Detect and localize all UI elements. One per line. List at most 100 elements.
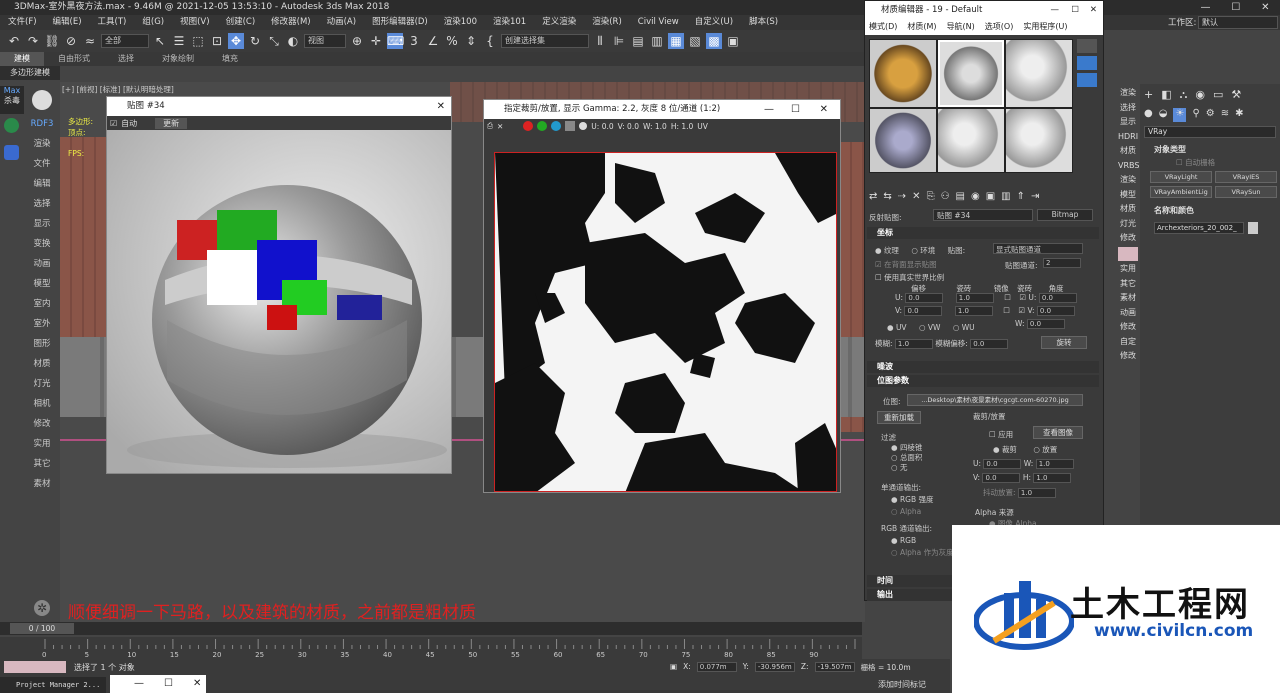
right-plugin-item[interactable]: 渲染 [1118,86,1138,101]
right-plugin-item[interactable]: VRBS [1118,159,1139,174]
keyboard-shortcut-icon[interactable]: ⌨ [387,33,404,49]
right-plugin-item[interactable]: 修改 [1118,231,1138,246]
right-plugin-item[interactable]: 动画 [1118,306,1138,321]
blue-channel-icon[interactable] [551,121,562,131]
v-angle[interactable]: 0.0 [1036,306,1075,316]
env-radio[interactable]: ○ [911,246,920,255]
crop-w[interactable]: 1.0 [1035,459,1074,469]
rotate-icon[interactable]: ↻ [247,33,263,49]
left-plugin-item[interactable]: 室内 [24,294,60,314]
crop-w[interactable]: W: 1.0 [643,122,667,131]
right-plugin-item[interactable]: 材质 [1118,202,1138,217]
left-plugin-item[interactable]: 图形 [24,334,60,354]
link-icon[interactable]: ⛓ [44,33,60,49]
menu-item[interactable]: 动画(A) [319,15,364,30]
left-plugin-item[interactable]: 选择 [24,194,60,214]
menu-item[interactable]: 渲染100 [436,15,485,30]
object-type-button[interactable]: VRayLight [1150,171,1212,183]
security-icon[interactable] [4,145,19,160]
placement-icon[interactable]: ◐ [285,33,301,49]
redo-icon[interactable]: ↷ [25,33,41,49]
map-type-button[interactable]: Bitmap [1037,209,1093,221]
uv-radio[interactable]: ● UV [887,323,907,332]
pivot-icon[interactable]: ⊕ [349,33,365,49]
library-icon[interactable]: ▤ [956,191,965,205]
systems-icon[interactable]: ✱ [1235,108,1243,122]
mono-icon[interactable] [565,121,576,131]
mat-titlebar[interactable]: 材质编辑器 - 19 - Default — ☐ ✕ [865,1,1103,19]
right-plugin-item[interactable]: 选择 [1118,101,1138,116]
time-slider-thumb[interactable]: 0 / 100 [10,623,74,634]
rotate-button[interactable]: 旋转 [1041,336,1087,349]
crop-h[interactable]: H: 1.0 [671,122,693,131]
modify-tab-icon[interactable]: ◧ [1161,88,1171,102]
get-material-icon[interactable]: ⇄ [869,191,877,205]
left-plugin-item[interactable]: 编辑 [24,174,60,194]
menu-item[interactable]: 修改器(M) [263,15,318,30]
menu-item[interactable]: 渲染101 [485,15,534,30]
object-type-title[interactable]: 对象类型 [1140,144,1280,155]
floating-mini-window[interactable]: — ☐ ✕ [110,675,206,693]
minimize-icon[interactable]: — [1200,0,1210,15]
menu-item[interactable]: 编辑(E) [45,15,90,30]
reset-icon[interactable]: ✕ [912,191,920,205]
undo-icon[interactable]: ↶ [6,33,22,49]
mat-menu-item[interactable]: 实用程序(U) [1023,19,1067,35]
crop-u[interactable]: 0.0 [983,459,1022,469]
u-mirror[interactable]: ☐ [1004,293,1011,302]
crop-v[interactable]: V: 0.0 [618,122,639,131]
sample-slot[interactable] [870,109,936,172]
unlink-icon[interactable]: ⊘ [63,33,79,49]
w-angle[interactable]: 0.0 [1026,319,1065,329]
jitter-value[interactable]: 1.0 [1017,488,1056,498]
mapping-dropdown[interactable]: 显式贴图通道 [993,243,1083,254]
green-channel-icon[interactable] [537,121,548,131]
right-plugin-item[interactable]: 修改 [1118,320,1138,335]
filter-none-radio[interactable]: ○ 无 [891,463,922,473]
u-tiling[interactable]: 1.0 [955,293,994,303]
assign-icon[interactable]: ⇢ [898,191,906,205]
crop-v[interactable]: 0.0 [982,473,1021,483]
close-icon[interactable]: ✕ [820,100,828,119]
maximize-icon[interactable]: ☐ [1231,0,1240,15]
right-plugin-item[interactable]: 显示 [1118,115,1138,130]
edit-named-sets-icon[interactable]: { [482,33,498,49]
maxscript-field[interactable] [4,661,66,673]
lights-icon[interactable]: ☀ [1173,108,1187,122]
rect-select-icon[interactable]: ⬚ [190,33,206,49]
right-plugin-item[interactable]: 材质 [1118,144,1138,159]
map-channel-value[interactable]: 2 [1043,258,1081,268]
ribbon-tab[interactable]: 填充 [208,52,252,66]
u-angle[interactable]: 0.0 [1038,293,1077,303]
spacewarps-icon[interactable]: ≋ [1221,108,1229,122]
sample-slot-active[interactable] [938,40,1004,107]
filter-pyramid-radio[interactable]: ● 四棱锥 [891,443,922,453]
auto-checkbox[interactable]: ☑ [110,119,117,128]
sibling-icon[interactable]: ⇥ [1031,191,1039,205]
object-type-button[interactable]: VRayAmbientLig [1150,186,1212,198]
z-coord[interactable]: -19.507m [814,662,855,672]
u-tile[interactable]: ☑ [1019,293,1026,302]
percent-snap-icon[interactable]: % [444,33,460,49]
unique-icon[interactable]: ⚇ [941,191,950,205]
select-by-name-icon[interactable]: ☰ [171,33,187,49]
left-plugin-item[interactable]: 其它 [24,454,60,474]
scale-icon[interactable]: ⤡ [266,33,282,49]
mono-alpha-radio[interactable]: ○ Alpha [891,506,934,518]
ribbon-tab[interactable]: 自由形式 [44,52,104,66]
selection-set-dropdown[interactable]: 创建选择集 [501,34,589,48]
rgb-rgb-radio[interactable]: ● RGB [891,535,954,547]
u-offset[interactable]: 0.0 [905,293,944,303]
sample-slot[interactable] [1006,40,1072,107]
backlight-icon[interactable] [1077,56,1097,70]
left-plugin-item[interactable]: 实用 [24,434,60,454]
background-icon[interactable] [1077,73,1097,87]
right-plugin-item[interactable]: 模型 [1118,188,1138,203]
menu-item[interactable]: Civil View [630,15,687,30]
menu-item[interactable]: 定义渲染 [534,15,584,30]
menu-item[interactable]: 组(G) [134,15,172,30]
left-plugin-item[interactable]: 灯光 [24,374,60,394]
rgb-alpha-radio[interactable]: ○ Alpha 作为灰度 [891,547,954,559]
bitmap-params-section[interactable]: 位图参数 [867,375,1099,387]
mat-menu-item[interactable]: 选项(O) [985,19,1014,35]
